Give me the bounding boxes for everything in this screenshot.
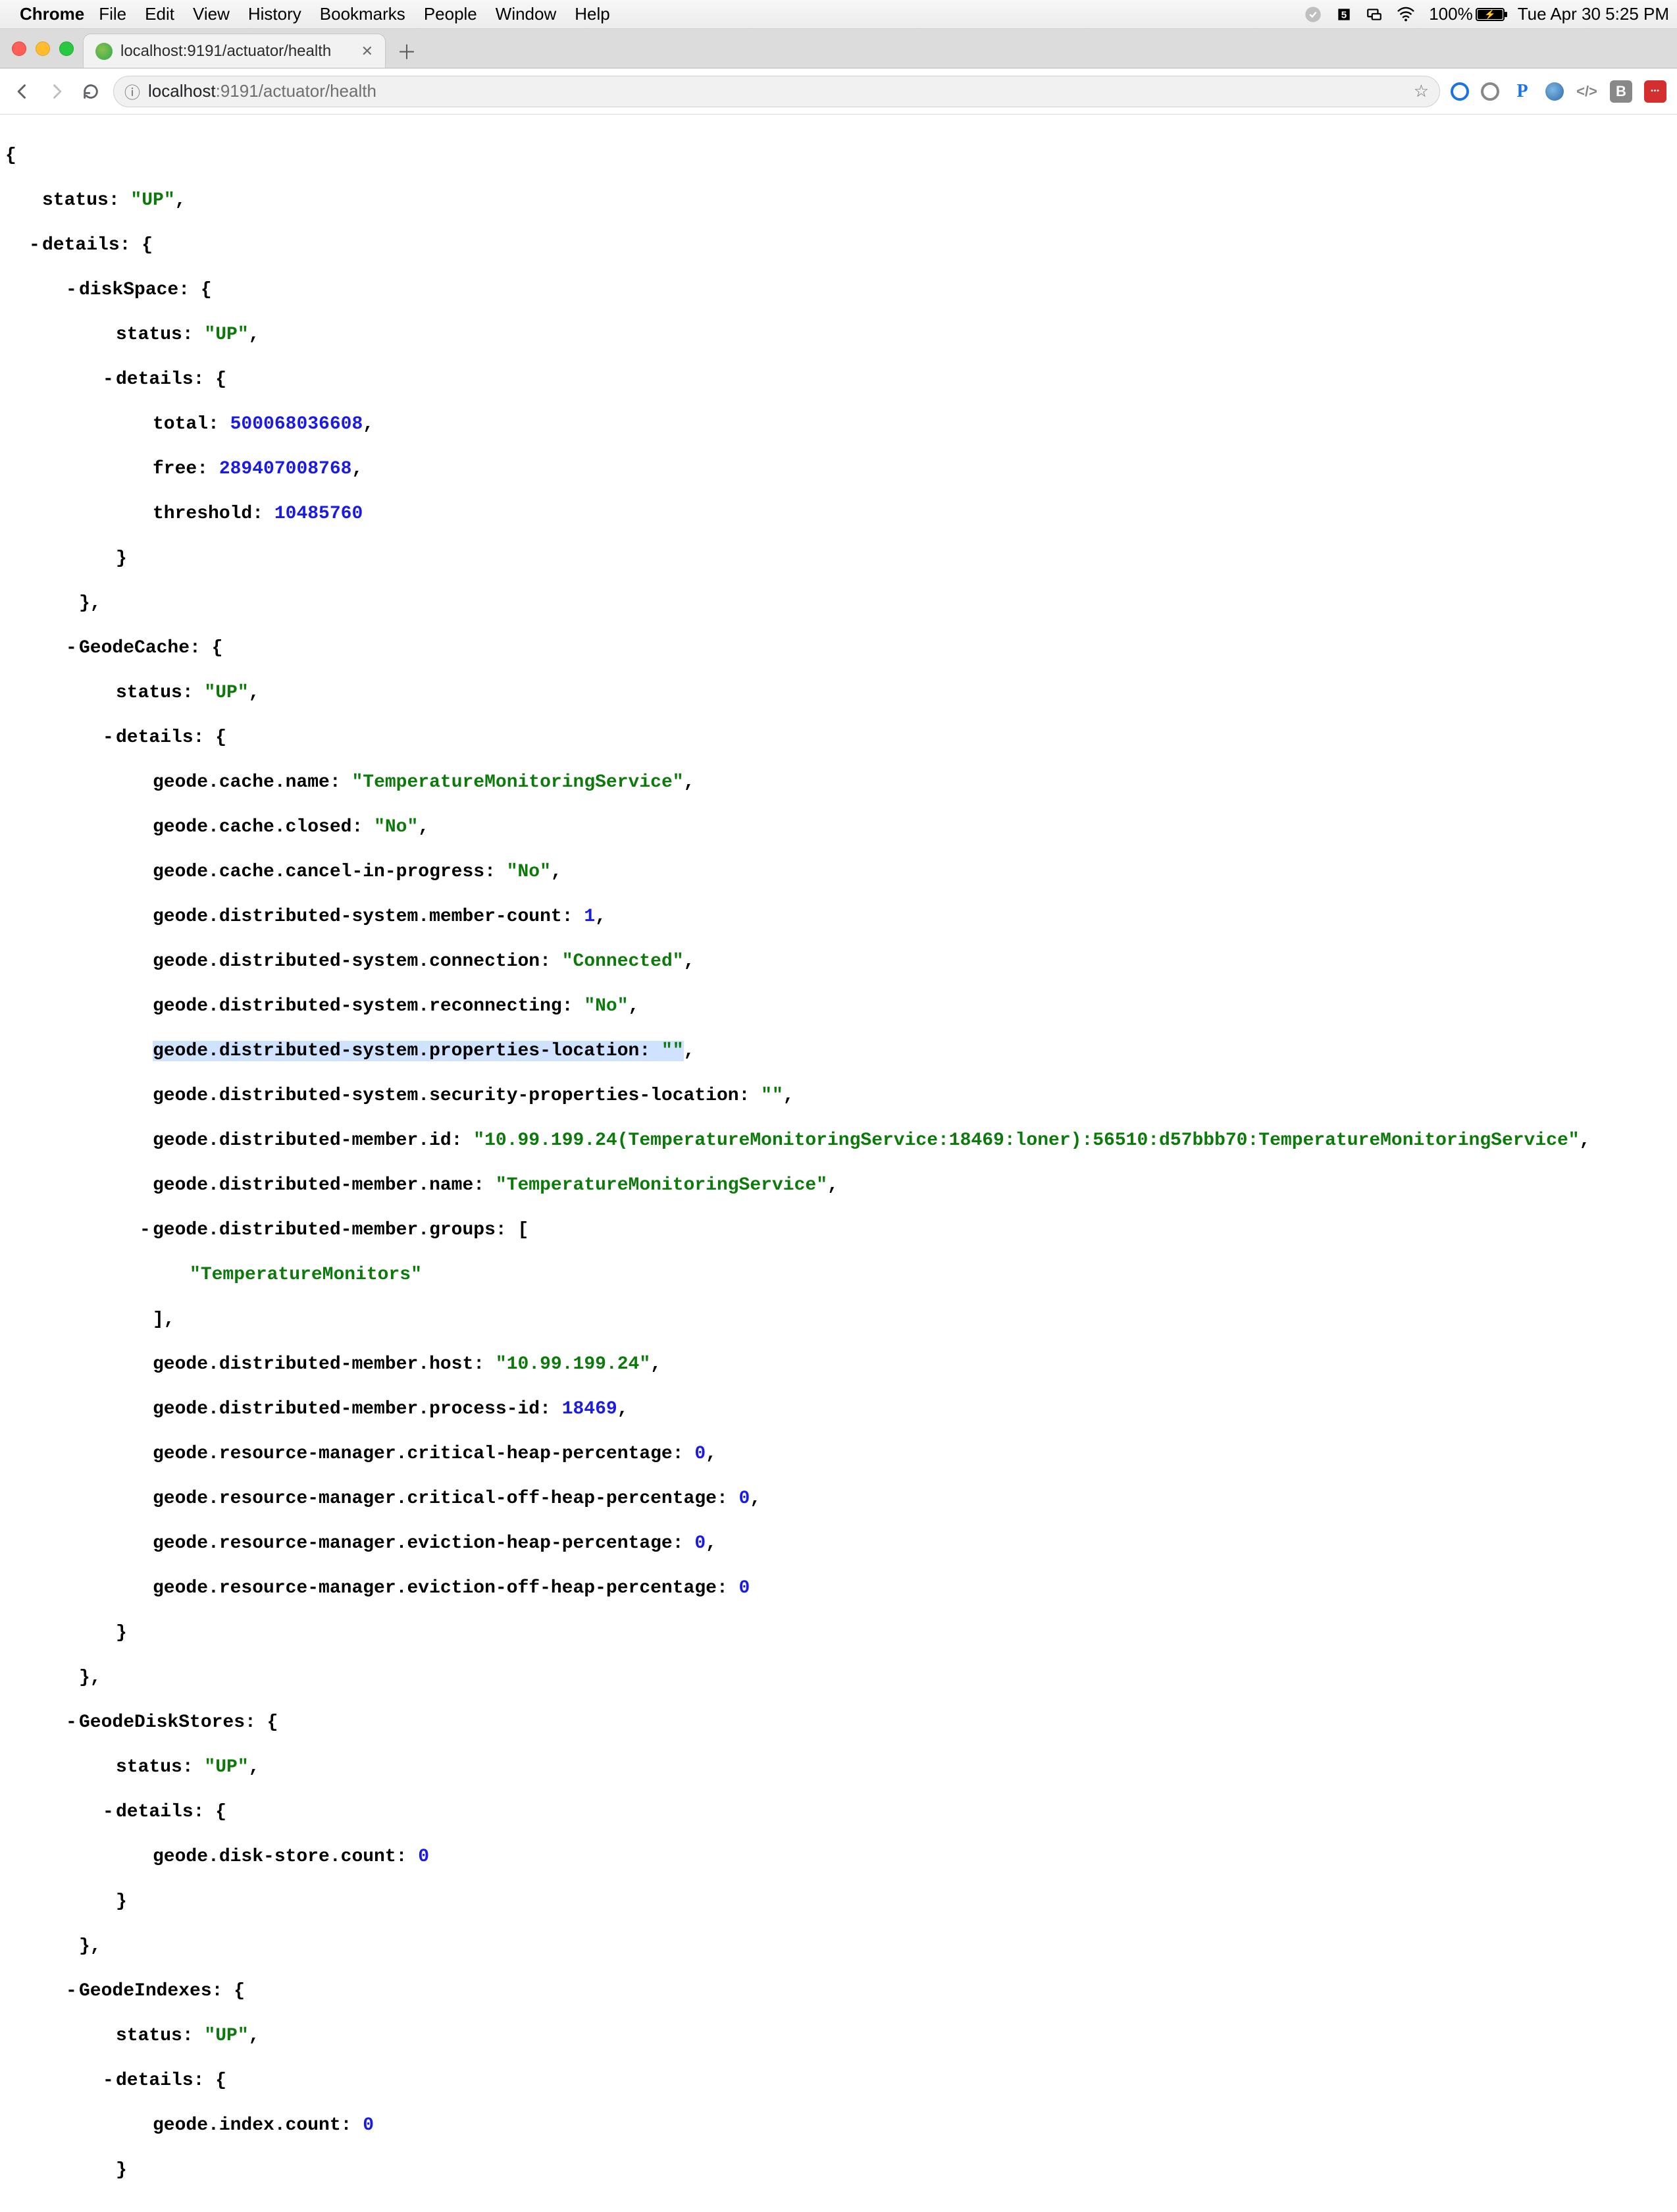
json-value: 0 [418,1847,429,1867]
json-value: UP [215,325,238,345]
json-value: 0 [739,1488,750,1509]
spring-favicon-icon [95,43,113,60]
url-text: localhost:9191/actuator/health [148,81,376,101]
battery-icon: ⚡ [1476,8,1505,21]
wifi-icon[interactable] [1396,7,1416,22]
json-value: TemperatureMonitors [201,1265,411,1285]
json-value: TemperatureMonitoringService [507,1175,816,1196]
json-status: UP [142,190,164,211]
json-value: 10.99.199.24(TemperatureMonitoringServic… [484,1130,1568,1151]
menu-file[interactable]: File [99,4,126,24]
site-info-icon[interactable]: ⓘ [124,80,140,103]
collapse-toggle[interactable]: - [103,2070,116,2092]
url-host: localhost [148,81,216,101]
svg-text:5: 5 [1341,9,1347,20]
json-value: 0 [694,1533,706,1554]
json-value: 289407008768 [219,459,352,479]
window-minimize-button[interactable] [36,41,50,56]
collapse-toggle[interactable]: - [103,727,116,749]
menu-history[interactable]: History [248,4,301,24]
menu-help[interactable]: Help [575,4,609,24]
collapse-toggle[interactable]: - [103,369,116,391]
json-value: No [518,862,540,882]
json-value: Connected [573,951,673,972]
extension-lastpass-icon[interactable]: ••• [1644,80,1666,103]
macos-menubar: Chrome File Edit View History Bookmarks … [0,0,1677,29]
json-value: No [385,817,407,837]
collapse-toggle[interactable]: - [140,1219,153,1242]
menu-edit[interactable]: Edit [145,4,174,24]
json-value: 18469 [562,1399,617,1419]
extension-okta-icon[interactable] [1451,82,1469,101]
json-value: 500068036608 [230,414,363,434]
menu-people[interactable]: People [424,4,477,24]
json-value: TemperatureMonitoringService [363,772,672,793]
extension-globe-icon[interactable] [1545,82,1564,101]
battery-percent: 100% [1429,4,1473,24]
menubar-clock[interactable]: Tue Apr 30 5:25 PM [1518,4,1669,24]
extension-devtools-icon[interactable]: </> [1576,80,1598,103]
screen-mirroring-icon[interactable] [1366,6,1383,23]
menu-window[interactable]: Window [496,4,556,24]
chrome-tabstrip: localhost:9191/actuator/health ✕ ＋ [0,29,1677,68]
collapse-toggle[interactable]: - [66,1980,79,2003]
new-tab-button[interactable]: ＋ [394,38,420,64]
tab-title: localhost:9191/actuator/health [120,42,353,61]
back-button[interactable] [11,80,34,103]
json-value: 0 [694,1444,706,1464]
json-value: 0 [739,1578,750,1598]
collapse-toggle[interactable]: - [66,637,79,660]
address-bar[interactable]: ⓘ localhost:9191/actuator/health ☆ [113,76,1440,107]
bookmark-star-icon[interactable]: ☆ [1414,81,1429,101]
extension-pivotal-icon[interactable]: P [1511,80,1534,103]
app-menu[interactable]: Chrome [20,4,84,24]
browser-tab[interactable]: localhost:9191/actuator/health ✕ [83,34,386,68]
json-value: 10485760 [274,504,363,524]
json-value: 10.99.199.24 [507,1354,640,1375]
json-value: UP [215,683,238,703]
json-value: UP [215,2026,238,2046]
battery-status[interactable]: 100% ⚡ [1429,4,1505,24]
json-value: UP [215,1757,238,1778]
json-viewer: { status: "UP", -details: { -diskSpace: … [0,115,1677,2212]
menu-view[interactable]: View [193,4,230,24]
chrome-toolbar: ⓘ localhost:9191/actuator/health ☆ P </>… [0,68,1677,115]
forward-button[interactable] [45,80,68,103]
shield-icon[interactable]: 5 [1335,6,1353,23]
window-close-button[interactable] [12,41,26,56]
siri-icon[interactable] [1304,5,1322,24]
json-value: 0 [363,2115,374,2136]
tab-close-button[interactable]: ✕ [361,43,373,60]
collapse-toggle[interactable]: - [29,234,42,257]
collapse-toggle[interactable]: - [66,279,79,302]
json-value: 1 [584,907,595,927]
extension-circle-icon[interactable] [1481,82,1499,101]
menu-bookmarks[interactable]: Bookmarks [320,4,405,24]
json-value: No [595,996,617,1016]
collapse-toggle[interactable]: - [103,1801,116,1824]
extension-icons: P </> B ••• [1451,80,1666,103]
reload-button[interactable] [79,80,103,103]
collapse-toggle[interactable]: - [66,1712,79,1734]
url-path: :9191/actuator/health [216,81,376,101]
window-controls [12,41,74,56]
extension-b-icon[interactable]: B [1610,80,1632,103]
window-zoom-button[interactable] [59,41,74,56]
